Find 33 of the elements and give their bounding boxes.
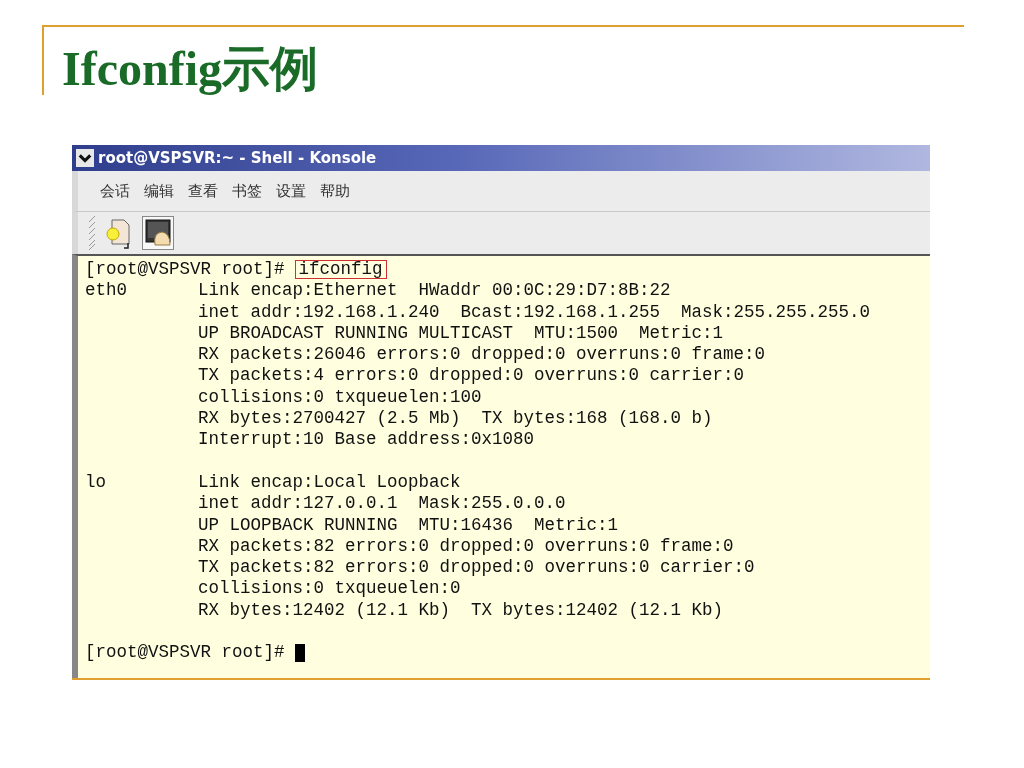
highlighted-command: ifconfig [294,260,387,280]
terminal-shell-icon[interactable] [142,216,174,250]
interface-name: eth0 [85,280,128,303]
output-line: collisions:0 txqueuelen:0 [198,578,462,600]
window-title: root@VSPSVR:~ - Shell - Konsole [98,149,377,167]
shell-prompt: [root@VSPSVR root]# [85,642,285,664]
terminal-area[interactable] [72,254,930,678]
output-line: TX packets:4 errors:0 dropped:0 overruns:0 carrier:0 [198,365,746,387]
output-line: Interrupt:10 Base address:0x1080 [198,429,536,451]
menu-item[interactable]: 编辑 [144,181,174,201]
output-line: inet addr:192.168.1.240 Bcast:192.168.1.255 Mask:255.255.255.0 [198,301,871,323]
menu-item[interactable]: 设置 [276,181,306,201]
output-line: TX packets:82 errors:0 dropped:0 overruns:0 carrier:0 [198,557,755,579]
output-line: inet addr:127.0.0.1 Mask:255.0.0.0 [198,493,567,515]
menu-item[interactable]: 书签 [232,181,262,201]
output-line: RX packets:26046 errors:0 dropped:0 overruns:0 frame:0 [198,344,767,366]
chevron-down-icon[interactable] [76,149,94,167]
menu-item[interactable]: 帮助 [320,181,350,201]
output-line: collisions:0 txqueuelen:100 [198,386,483,409]
output-line: RX bytes:2700427 (2.5 Mb) TX bytes:168 (168.0 b) [198,408,714,430]
output-line: UP LOOPBACK RUNNING MTU:16436 Metric:1 [198,514,620,536]
slide-title: Ifconfig示例 [61,41,318,93]
output-line: UP BROADCAST RUNNING MULTICAST MTU:1500 Metric:1 [198,322,725,345]
shell-prompt: [root@VSPSVR root]# [85,259,285,281]
output-line: Link encap:Local Loopback [198,471,462,494]
output-line: RX packets:82 errors:0 dropped:0 overruns:0 frame:0 [198,535,735,558]
output-line: Link encap:Ethernet HWaddr 00:0C:29:D7:8B:22 [198,280,672,302]
toolbar-grip-icon[interactable] [88,216,96,250]
interface-name: lo [85,471,107,494]
text-cursor [294,644,305,662]
menu-item[interactable]: 会话 [100,181,130,201]
output-line: RX bytes:12402 (12.1 Kb) TX bytes:12402 (12.1 Kb) [198,599,725,622]
menu-item[interactable]: 查看 [188,181,218,201]
